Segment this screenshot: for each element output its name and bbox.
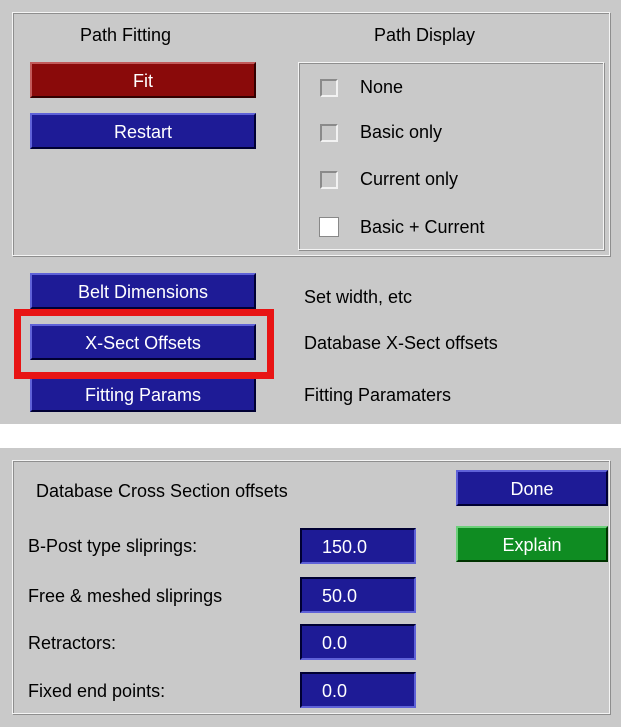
basic-plus-current-label: Basic + Current <box>360 217 485 237</box>
b-post-sliprings-label: B-Post type sliprings: <box>28 536 198 556</box>
free-meshed-sliprings-label: Free & meshed sliprings <box>28 586 223 606</box>
current-only-checkbox[interactable] <box>320 171 338 189</box>
none-label: None <box>360 77 404 97</box>
current-only-label: Current only <box>360 169 459 189</box>
path-display-heading: Path Display <box>374 25 476 45</box>
retractors-label: Retractors: <box>28 633 117 653</box>
cross-section-title: Database Cross Section offsets <box>36 481 288 501</box>
fixed-end-points-input[interactable]: 0.0 <box>300 672 416 708</box>
fitting-params-description: Fitting Paramaters <box>304 385 452 405</box>
basic-only-label: Basic only <box>360 122 443 142</box>
done-button[interactable]: Done <box>456 470 608 506</box>
cross-section-panel: Database Cross Section offsets Done Expl… <box>0 448 621 727</box>
fitting-params-button[interactable]: Fitting Params <box>30 376 256 412</box>
red-highlight-box <box>14 309 274 379</box>
x-sect-offsets-description: Database X-Sect offsets <box>304 333 498 353</box>
belt-dimensions-description: Set width, etc <box>304 287 413 307</box>
restart-button[interactable]: Restart <box>30 113 256 149</box>
basic-only-checkbox[interactable] <box>320 124 338 142</box>
path-fitting-heading: Path Fitting <box>80 25 172 45</box>
fit-button[interactable]: Fit <box>30 62 256 98</box>
explain-button[interactable]: Explain <box>456 526 608 562</box>
belt-dimensions-button[interactable]: Belt Dimensions <box>30 273 256 309</box>
free-meshed-sliprings-input[interactable]: 50.0 <box>300 577 416 613</box>
path-panel: Path Fitting Path Display Fit Restart No… <box>0 0 621 424</box>
fixed-end-points-label: Fixed end points: <box>28 681 166 701</box>
b-post-sliprings-input[interactable]: 150.0 <box>300 528 416 564</box>
none-checkbox[interactable] <box>320 79 338 97</box>
retractors-input[interactable]: 0.0 <box>300 624 416 660</box>
basic-plus-current-checkbox[interactable] <box>319 217 339 237</box>
